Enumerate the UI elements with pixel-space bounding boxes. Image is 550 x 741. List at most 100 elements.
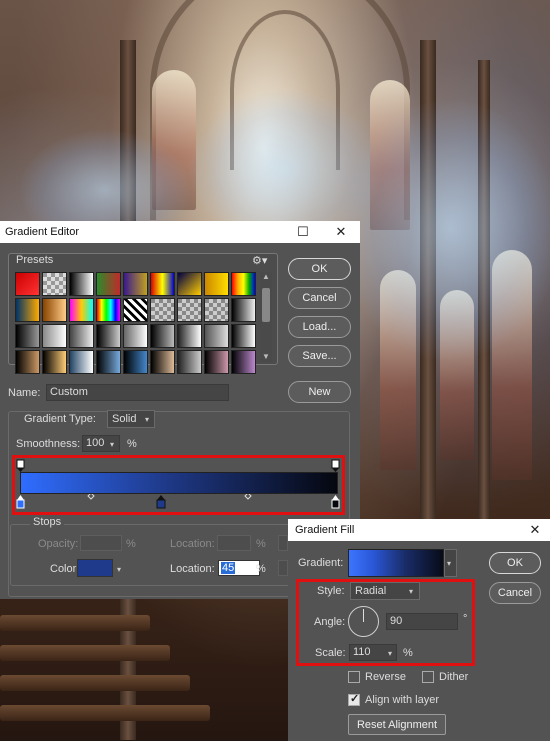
preset-swatch[interactable]	[69, 298, 94, 322]
preset-swatch[interactable]	[69, 272, 94, 296]
ok-button[interactable]: OK	[288, 258, 351, 280]
color-stop-left[interactable]	[16, 495, 25, 509]
new-button[interactable]: New	[288, 381, 351, 403]
presets-scrollbar[interactable]: ▲ ▼	[260, 272, 272, 362]
scroll-down-icon[interactable]: ▼	[260, 352, 272, 362]
color-label: Color:	[50, 563, 80, 575]
color-location-field[interactable]: 45	[218, 560, 260, 576]
preset-swatch[interactable]	[231, 350, 256, 374]
preset-swatch[interactable]	[96, 272, 121, 296]
opacity-delete-button	[278, 535, 288, 551]
preset-swatch[interactable]	[123, 350, 148, 374]
maximize-icon[interactable]: ☐	[292, 223, 314, 241]
preset-swatch[interactable]	[177, 272, 202, 296]
chevron-down-icon[interactable]: ▾	[110, 440, 114, 449]
angle-unit: °	[463, 613, 468, 625]
preset-swatch[interactable]	[177, 350, 202, 374]
preset-swatch[interactable]	[69, 324, 94, 348]
smoothness-field[interactable]: 100	[82, 435, 120, 452]
chevron-down-icon[interactable]: ▾	[388, 649, 392, 658]
preset-swatch[interactable]	[42, 324, 67, 348]
preset-swatch[interactable]	[15, 298, 40, 322]
preset-swatch[interactable]	[123, 324, 148, 348]
opacity-location-unit: %	[256, 538, 266, 550]
gear-icon[interactable]: ⚙▾	[252, 254, 267, 267]
gradient-label: Gradient:	[298, 557, 344, 569]
preset-swatch[interactable]	[204, 324, 229, 348]
scroll-thumb[interactable]	[262, 288, 270, 322]
opacity-stop-left[interactable]	[16, 459, 25, 472]
preset-swatch[interactable]	[204, 350, 229, 374]
reverse-checkbox[interactable]	[348, 671, 360, 683]
preset-swatch[interactable]	[204, 272, 229, 296]
dither-checkbox[interactable]	[422, 671, 434, 683]
scale-value: 110	[353, 646, 371, 658]
scale-unit: %	[403, 647, 413, 659]
preset-swatch[interactable]	[42, 272, 67, 296]
gradient-fill-titlebar[interactable]: Gradient Fill ✕	[288, 519, 550, 541]
color-delete-button	[278, 560, 288, 576]
fill-cancel-button[interactable]: Cancel	[489, 582, 541, 604]
color-stop-selected[interactable]	[156, 495, 166, 509]
angle-label: Angle:	[314, 616, 346, 628]
gradient-preview[interactable]	[348, 549, 444, 577]
opacity-field	[80, 535, 122, 551]
preset-swatch[interactable]	[96, 350, 121, 374]
dither-label: Dither	[439, 671, 469, 683]
preset-swatch[interactable]	[150, 272, 175, 296]
color-location-value: 45	[221, 562, 236, 574]
preset-swatch[interactable]	[150, 350, 175, 374]
opacity-stop-right[interactable]	[331, 459, 340, 472]
preset-swatch[interactable]	[177, 298, 202, 322]
preset-swatch[interactable]	[15, 272, 40, 296]
angle-dial[interactable]	[348, 606, 379, 637]
chevron-down-icon: ▾	[409, 587, 414, 596]
style-label: Style:	[317, 585, 345, 597]
chevron-down-icon: ▾	[447, 559, 452, 568]
close-icon[interactable]: ✕	[524, 521, 546, 539]
color-stop-right[interactable]	[331, 495, 340, 509]
preset-swatch[interactable]	[123, 298, 148, 322]
preset-swatch[interactable]	[42, 350, 67, 374]
load-button[interactable]: Load...	[288, 316, 351, 338]
color-location-unit: %	[256, 563, 266, 575]
chevron-down-icon[interactable]: ▾	[117, 565, 121, 574]
smoothness-unit: %	[127, 438, 137, 450]
preset-swatch[interactable]	[150, 298, 175, 322]
stop-color-chip[interactable]	[77, 559, 113, 577]
preset-swatch[interactable]	[42, 298, 67, 322]
preset-swatch[interactable]	[123, 272, 148, 296]
name-label: Name:	[8, 387, 41, 399]
save-button[interactable]: Save...	[288, 345, 351, 367]
name-field[interactable]: Custom	[46, 384, 229, 401]
preset-swatch[interactable]	[150, 324, 175, 348]
preset-swatch[interactable]	[231, 298, 256, 322]
preset-swatch[interactable]	[96, 324, 121, 348]
preset-swatch[interactable]	[15, 324, 40, 348]
opacity-location-field	[217, 535, 251, 551]
gradient-bar[interactable]	[20, 472, 338, 494]
preset-swatch[interactable]	[231, 324, 256, 348]
preset-swatch[interactable]	[69, 350, 94, 374]
reverse-label: Reverse	[365, 671, 406, 683]
close-icon[interactable]: ✕	[330, 223, 352, 241]
cancel-button[interactable]: Cancel	[288, 287, 351, 309]
scroll-up-icon[interactable]: ▲	[260, 272, 272, 282]
smoothness-value: 100	[86, 437, 105, 449]
preset-swatch-grid	[15, 272, 256, 374]
gradient-type-label: Gradient Type:	[20, 413, 100, 425]
preset-swatch[interactable]	[15, 350, 40, 374]
chevron-down-icon: ▾	[145, 415, 150, 424]
gradient-type-value: Solid	[112, 413, 137, 425]
reset-alignment-button[interactable]: Reset Alignment	[348, 714, 446, 735]
preset-swatch[interactable]	[231, 272, 256, 296]
angle-field[interactable]: 90	[386, 613, 458, 630]
gradient-editor-titlebar[interactable]: Gradient Editor ☐ ✕	[0, 221, 360, 243]
align-with-layer-checkbox[interactable]	[348, 692, 360, 706]
opacity-location-label: Location:	[170, 538, 215, 550]
preset-swatch[interactable]	[204, 298, 229, 322]
smoothness-label: Smoothness:	[16, 438, 81, 450]
preset-swatch[interactable]	[177, 324, 202, 348]
preset-swatch[interactable]	[96, 298, 121, 322]
fill-ok-button[interactable]: OK	[489, 552, 541, 574]
